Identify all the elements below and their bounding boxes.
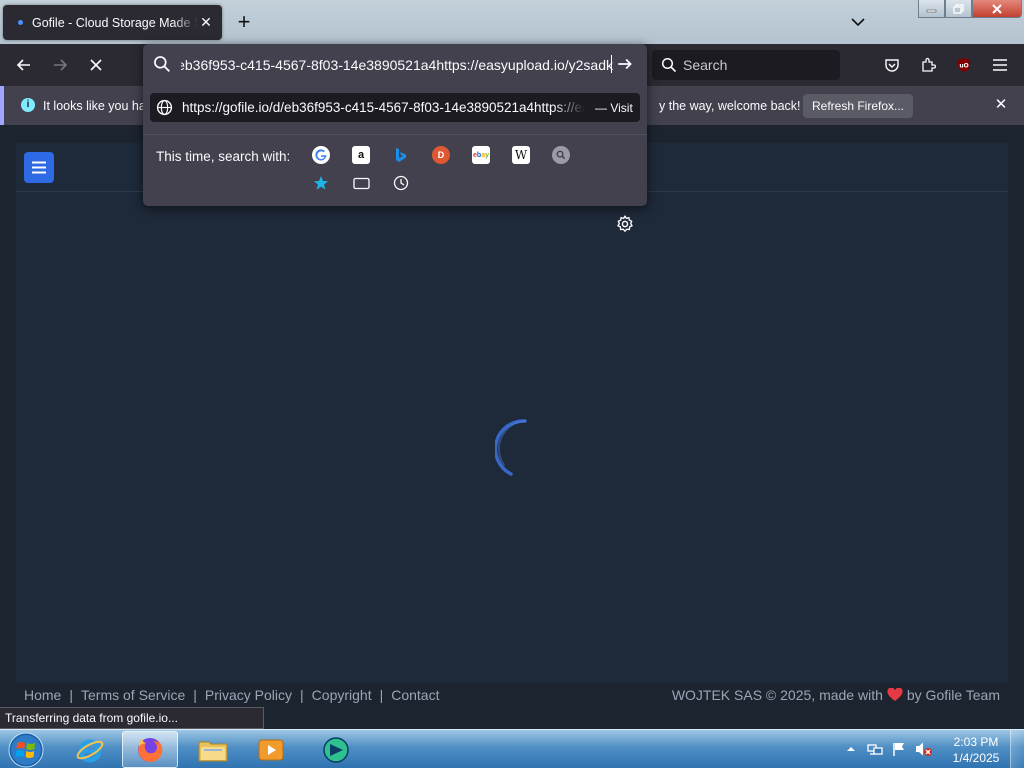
window-controls bbox=[918, 0, 1022, 18]
tabs-icon[interactable] bbox=[352, 174, 370, 192]
network-icon[interactable] bbox=[867, 741, 883, 757]
close-notification-icon[interactable]: ✕ bbox=[992, 96, 1010, 114]
search-bar[interactable]: Search bbox=[652, 50, 840, 80]
address-input[interactable]: eb36f953-c415-4567-8f03-14e3890521a4http… bbox=[181, 57, 613, 73]
list-all-tabs-chevron-icon[interactable] bbox=[848, 12, 868, 32]
google-icon[interactable] bbox=[312, 146, 330, 164]
close-window-button[interactable] bbox=[972, 0, 1022, 18]
search-placeholder: Search bbox=[683, 57, 728, 73]
search-engine-icon[interactable] bbox=[552, 146, 570, 164]
app-icon[interactable] bbox=[308, 731, 364, 768]
loading-dot-icon bbox=[18, 20, 23, 25]
tab-strip: Gofile - Cloud Storage Made Simple ✕ + bbox=[0, 0, 1024, 44]
footer-link-contact[interactable]: Contact bbox=[391, 687, 439, 703]
search-icon bbox=[661, 57, 677, 73]
address-bar[interactable]: eb36f953-c415-4567-8f03-14e3890521a4http… bbox=[143, 44, 647, 86]
urlbar-dropdown: eb36f953-c415-4567-8f03-14e3890521a4http… bbox=[143, 44, 647, 232]
footer-links: Home | Terms of Service | Privacy Policy | … bbox=[24, 687, 440, 703]
clock-time: 2:03 PM bbox=[953, 735, 999, 749]
forward-icon[interactable] bbox=[50, 55, 70, 75]
sidebar-menu-button[interactable] bbox=[24, 152, 54, 183]
tab-title: Gofile - Cloud Storage Made Simple bbox=[32, 15, 198, 30]
clock-date: 1/4/2025 bbox=[952, 751, 1000, 765]
notification-message-end: y the way, welcome back! bbox=[659, 99, 801, 113]
extensions-icon[interactable] bbox=[918, 55, 938, 75]
firefox-icon[interactable] bbox=[122, 731, 178, 768]
back-icon[interactable] bbox=[14, 55, 34, 75]
start-button[interactable] bbox=[6, 731, 46, 768]
suggestion-url: https://gofile.io/d/eb36f953-c415-4567-8… bbox=[182, 100, 585, 115]
action-center-flag-icon[interactable] bbox=[891, 741, 907, 757]
suggestion-action: — Visit bbox=[595, 101, 633, 115]
tab-close-icon[interactable]: ✕ bbox=[198, 14, 214, 30]
loading-spinner-icon bbox=[495, 419, 527, 476]
app-menu-icon[interactable] bbox=[990, 55, 1010, 75]
info-icon: i bbox=[21, 98, 35, 112]
heart-icon bbox=[887, 688, 903, 701]
system-tray: 2:03 PM 1/4/2025 bbox=[840, 730, 1024, 768]
footer-link-copyright[interactable]: Copyright bbox=[312, 687, 372, 703]
page-content: Home | Terms of Service | Privacy Policy | … bbox=[0, 125, 1024, 708]
text-cursor bbox=[611, 55, 612, 73]
file-explorer-icon[interactable] bbox=[185, 731, 241, 768]
bookmarks-icon[interactable] bbox=[312, 174, 330, 192]
one-off-search-buttons: This time, search with: a D ebay W bbox=[143, 134, 647, 232]
internet-explorer-icon[interactable] bbox=[62, 731, 118, 768]
footer-link-privacy[interactable]: Privacy Policy bbox=[205, 687, 292, 703]
copyright-notice: WOJTEK SAS © 2025, made with by Gofile T… bbox=[672, 687, 1000, 703]
hamburger-icon bbox=[32, 161, 46, 174]
tab-gofile[interactable]: Gofile - Cloud Storage Made Simple ✕ bbox=[3, 5, 222, 40]
site-footer: Home | Terms of Service | Privacy Policy | … bbox=[16, 683, 1008, 708]
copyright-text-end: by Gofile Team bbox=[906, 687, 1000, 703]
status-panel: Transferring data from gofile.io... bbox=[0, 707, 264, 729]
svg-text:uO: uO bbox=[959, 63, 968, 70]
media-player-icon[interactable] bbox=[243, 731, 299, 768]
clock[interactable]: 2:03 PM 1/4/2025 bbox=[943, 734, 1009, 766]
restore-button[interactable] bbox=[945, 0, 972, 18]
volume-muted-icon[interactable] bbox=[915, 741, 933, 757]
amazon-icon[interactable]: a bbox=[352, 146, 370, 164]
duckduckgo-icon[interactable]: D bbox=[432, 146, 450, 164]
footer-link-terms[interactable]: Terms of Service bbox=[81, 687, 185, 703]
globe-icon bbox=[156, 99, 173, 116]
history-icon[interactable] bbox=[392, 174, 410, 192]
copyright-text-start: WOJTEK SAS © 2025, made with bbox=[671, 687, 883, 703]
windows-taskbar: 2:03 PM 1/4/2025 bbox=[0, 729, 1024, 768]
bing-icon[interactable] bbox=[392, 146, 410, 164]
footer-link-home[interactable]: Home bbox=[24, 687, 61, 703]
notification-message-start: It looks like you ha bbox=[43, 99, 146, 113]
one-off-label: This time, search with: bbox=[156, 149, 291, 164]
show-desktop-button[interactable] bbox=[1010, 730, 1024, 768]
search-settings-gear-icon[interactable] bbox=[616, 215, 634, 233]
main-panel bbox=[16, 143, 1008, 683]
show-hidden-icons-icon[interactable] bbox=[846, 745, 856, 753]
url-suggestion-row[interactable]: https://gofile.io/d/eb36f953-c415-4567-8… bbox=[150, 93, 640, 122]
stop-loading-icon[interactable] bbox=[86, 55, 106, 75]
minimize-button[interactable] bbox=[918, 0, 945, 18]
go-arrow-icon[interactable] bbox=[616, 55, 634, 73]
pocket-icon[interactable] bbox=[882, 55, 902, 75]
new-tab-button[interactable]: + bbox=[232, 10, 256, 34]
search-icon bbox=[154, 56, 170, 72]
wikipedia-icon[interactable]: W bbox=[512, 146, 530, 164]
ebay-icon[interactable]: ebay bbox=[472, 146, 490, 164]
refresh-firefox-button[interactable]: Refresh Firefox... bbox=[803, 94, 913, 118]
ublock-origin-icon[interactable]: uO bbox=[954, 55, 974, 75]
